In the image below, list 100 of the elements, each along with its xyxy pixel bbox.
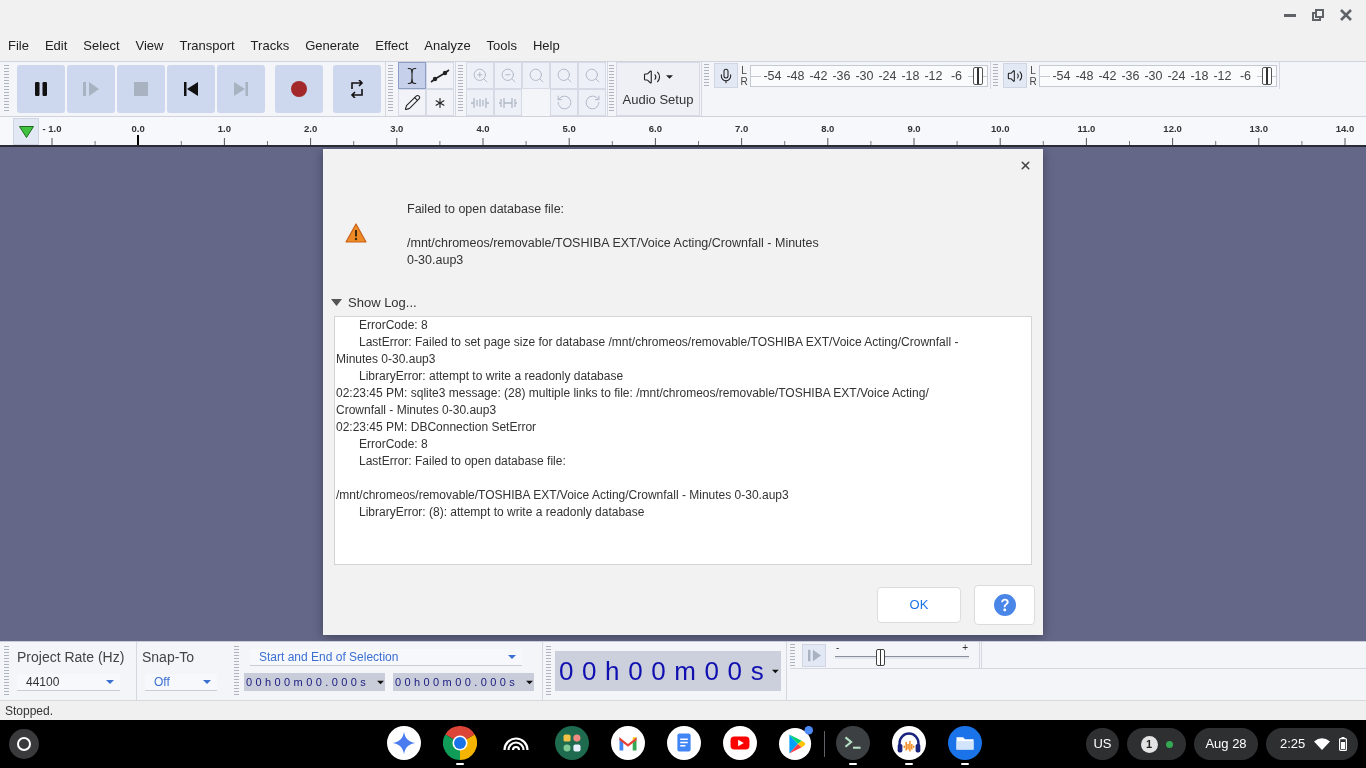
- record-button[interactable]: [275, 65, 323, 113]
- grip-handle[interactable]: [388, 65, 393, 113]
- selection-mode-dropdown[interactable]: Start and End of Selection: [250, 649, 522, 666]
- restore-icon[interactable]: [1312, 9, 1324, 21]
- project-rate-dropdown[interactable]: 44100: [17, 674, 120, 691]
- tricolor-circle-app-icon[interactable]: [443, 726, 477, 760]
- help-icon: [993, 594, 1016, 616]
- status-text: Stopped.: [5, 703, 54, 718]
- pause-icon: [35, 82, 47, 96]
- record-icon: [291, 81, 307, 97]
- triangle-play-app-icon[interactable]: [779, 726, 813, 760]
- ruler-label: 9.0: [907, 123, 921, 134]
- speed-slider-thumb[interactable]: [876, 649, 886, 666]
- time-value: 00h00m00s: [559, 656, 773, 686]
- status-tray-button[interactable]: 2:25: [1266, 728, 1358, 760]
- ruler-label: 5.0: [562, 123, 576, 134]
- launcher-icon[interactable]: [9, 729, 39, 759]
- grip-handle[interactable]: [609, 65, 614, 113]
- menu-item[interactable]: View: [127, 35, 172, 56]
- meter-scale-label: -18: [1188, 68, 1211, 83]
- terminal-app-icon[interactable]: [836, 726, 870, 760]
- skip-to-start-button[interactable]: [167, 65, 215, 113]
- time-field[interactable]: 00h00m00.000s: [244, 673, 385, 691]
- audio-setup-button[interactable]: Audio Setup: [616, 62, 700, 116]
- meter-slider-thumb[interactable]: [973, 66, 983, 85]
- speaker-button[interactable]: [1003, 63, 1027, 88]
- selection-tool-button[interactable]: [398, 62, 426, 89]
- ok-button[interactable]: OK: [877, 587, 961, 623]
- meter-slider-thumb[interactable]: [1262, 66, 1272, 85]
- help-button[interactable]: [974, 585, 1035, 625]
- channel-label: L: [1030, 64, 1036, 76]
- snap-to-dropdown[interactable]: Off: [145, 674, 217, 691]
- date-button[interactable]: Aug 28: [1194, 728, 1258, 760]
- caret-down-icon: [772, 668, 779, 674]
- tile-grid-app-icon[interactable]: [555, 726, 589, 760]
- minimize-icon[interactable]: [1284, 13, 1296, 17]
- grip-handle[interactable]: [458, 65, 463, 113]
- menu-item[interactable]: Select: [75, 35, 128, 56]
- menu-item[interactable]: Edit: [36, 35, 76, 56]
- signal-arcs-app-icon[interactable]: [503, 736, 529, 750]
- field-label: Project Rate (Hz): [17, 649, 126, 665]
- grip-handle[interactable]: [704, 63, 709, 88]
- grip-handle[interactable]: [993, 63, 998, 88]
- zoom-in-icon: [471, 67, 489, 84]
- meter-scale-label: -48: [784, 68, 807, 83]
- log-text-area[interactable]: [334, 316, 1032, 565]
- microphone-button[interactable]: [714, 63, 738, 88]
- envelope-app-icon[interactable]: [611, 726, 645, 760]
- magnifier-icon: [527, 67, 545, 84]
- time-field[interactable]: 00h00m00.000s: [393, 673, 534, 691]
- folder-app-icon[interactable]: [948, 726, 982, 760]
- menu-item[interactable]: Generate: [297, 35, 368, 56]
- menu-item[interactable]: File: [0, 35, 37, 56]
- ruler-label: 6.0: [648, 123, 662, 134]
- meter-scale-label: -24: [876, 68, 899, 83]
- multi-tool-button[interactable]: [426, 89, 454, 116]
- skip-to-end-icon: [234, 82, 248, 96]
- channel-label: R: [740, 75, 748, 87]
- document-app-icon[interactable]: [667, 726, 701, 760]
- loop-button[interactable]: [333, 65, 381, 113]
- show-log-toggle[interactable]: Show Log...: [331, 294, 417, 311]
- level-meter[interactable]: -54 -48 -42 -36 -30 -24 -18 -12 -6: [750, 64, 988, 87]
- pencil-icon: [403, 94, 421, 111]
- channel-label: R: [1029, 75, 1037, 87]
- log-line: ErrorCode: 8: [358, 436, 429, 453]
- envelope-tool-button[interactable]: [426, 62, 454, 89]
- menu-item[interactable]: Tools: [478, 35, 525, 56]
- menu-item[interactable]: Help: [524, 35, 568, 56]
- pause-button[interactable]: [17, 65, 65, 113]
- menu-item[interactable]: Tracks: [242, 35, 298, 56]
- zoom-out-icon: [499, 67, 517, 84]
- menu-item[interactable]: Analyze: [416, 35, 479, 56]
- level-meter[interactable]: -54 -48 -42 -36 -30 -24 -18 -12 -6: [1039, 64, 1277, 87]
- time-display[interactable]: 00h00m00s: [555, 651, 781, 691]
- ruler-label: 2.0: [304, 123, 318, 134]
- menu-item[interactable]: Transport: [171, 35, 243, 56]
- slider-max-label: +: [962, 642, 968, 653]
- play-head-button[interactable]: [13, 118, 39, 145]
- headphones-app-icon[interactable]: [892, 726, 926, 760]
- menu-item[interactable]: Effect: [367, 35, 417, 56]
- meter-scale-label: -30: [853, 68, 876, 83]
- stop-icon: [134, 82, 148, 96]
- close-icon[interactable]: [1340, 9, 1352, 21]
- close-icon[interactable]: [1019, 159, 1032, 172]
- play-button-app-icon[interactable]: [723, 726, 757, 760]
- ruler-label: 4.0: [476, 123, 490, 134]
- grip-handle[interactable]: [790, 644, 795, 666]
- draw-tool-button[interactable]: [398, 89, 426, 116]
- ruler-label: 1.0: [217, 123, 231, 134]
- grip-handle[interactable]: [546, 646, 551, 696]
- magnifier-icon: [555, 67, 573, 84]
- sparkle-app-icon[interactable]: [387, 726, 421, 760]
- keyboard-layout-button[interactable]: US: [1086, 728, 1119, 760]
- notification-pill[interactable]: 1: [1127, 728, 1186, 760]
- field-label: Snap-To: [142, 649, 196, 665]
- meter-scale-label: -18: [899, 68, 922, 83]
- play-icon: [83, 81, 99, 97]
- line-with-nodes-icon: [430, 68, 450, 83]
- caret-down-icon: [666, 75, 673, 80]
- disclosure-triangle-icon: [331, 299, 342, 306]
